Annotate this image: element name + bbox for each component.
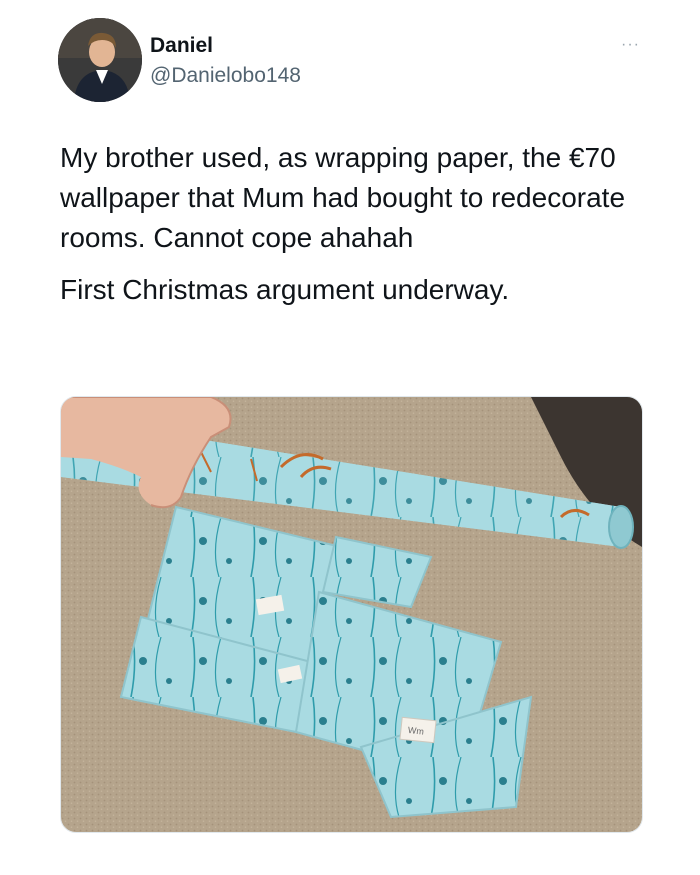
tweet-text: My brother used, as wrapping paper, the … (60, 138, 640, 310)
tweet-paragraph: First Christmas argument underway. (60, 274, 510, 305)
display-name[interactable]: Daniel (150, 34, 213, 58)
more-options-icon[interactable]: ··· (621, 36, 640, 54)
tweet-photo[interactable]: Wm (60, 396, 643, 833)
tweet-paragraph: My brother used, as wrapping paper, the … (60, 142, 626, 253)
gift-tag-label: Wm (407, 725, 424, 737)
avatar[interactable] (58, 18, 142, 102)
user-handle[interactable]: @Danielobo148 (150, 64, 301, 88)
